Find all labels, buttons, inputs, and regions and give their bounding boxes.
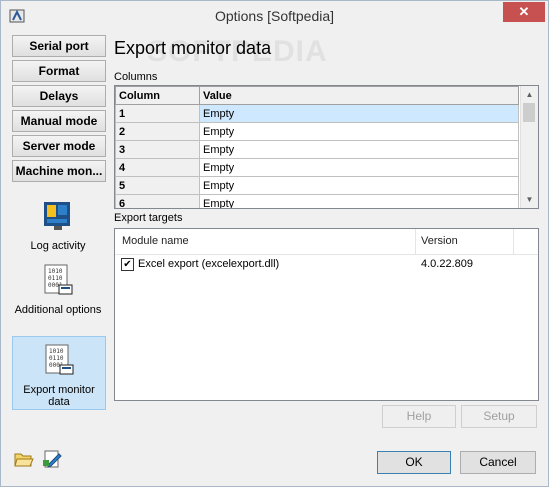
help-button[interactable]: Help <box>382 405 456 428</box>
list-header: Module name Version <box>115 229 538 255</box>
tool-log-activity[interactable]: Log activity <box>12 199 104 252</box>
list-item[interactable]: ✔ Excel export (excelexport.dll) 4.0.22.… <box>115 257 538 275</box>
binary-document-icon: 1010 0110 0001 <box>44 264 73 295</box>
row-column-cell: 6 <box>115 194 200 208</box>
binary-document-icon: 1010 0110 0001 <box>45 344 74 375</box>
row-value-cell[interactable]: Empty <box>199 122 519 141</box>
export-targets-list[interactable]: Module name Version ✔ Excel export (exce… <box>114 228 539 401</box>
row-value-cell[interactable]: Empty <box>199 176 519 195</box>
columns-scrollbar[interactable]: ▲ ▼ <box>520 86 538 208</box>
row-column-cell: 1 <box>115 104 200 123</box>
nav-machine-monitor-button[interactable]: Machine mon... <box>12 160 106 182</box>
ok-button[interactable]: OK <box>377 451 451 474</box>
svg-text:0110: 0110 <box>49 355 64 362</box>
columns-grid[interactable]: Column Value 1 Empty 2 Empty 3 Empty 4 E… <box>114 85 539 209</box>
tool-export-monitor-data[interactable]: 1010 0110 0001 Export monitor data <box>12 336 106 410</box>
close-button[interactable]: ✕ <box>503 2 545 22</box>
table-row[interactable]: 3 Empty <box>115 140 519 159</box>
table-row[interactable]: 1 Empty <box>115 104 519 123</box>
tool-additional-options-label: Additional options <box>14 304 102 316</box>
export-target-checkbox[interactable]: ✔ <box>121 258 134 271</box>
row-column-cell: 5 <box>115 176 200 195</box>
svg-text:1010: 1010 <box>48 268 63 275</box>
module-version: 4.0.22.809 <box>421 258 473 270</box>
header-divider[interactable] <box>513 229 514 254</box>
column-header[interactable]: Column <box>115 86 200 105</box>
tool-additional-options[interactable]: 1010 0110 0001 Additional options <box>12 263 104 325</box>
export-targets-label: Export targets <box>114 212 183 224</box>
row-column-cell: 3 <box>115 140 200 159</box>
row-value-cell[interactable]: Empty <box>199 140 519 159</box>
tool-export-monitor-data-label: Export monitor data <box>23 384 95 408</box>
nav-manual-mode-button[interactable]: Manual mode <box>12 110 106 132</box>
table-row[interactable]: 6 Empty <box>115 194 519 208</box>
page-heading: Export monitor data <box>114 38 272 58</box>
nav-serial-port-button[interactable]: Serial port <box>12 35 106 57</box>
columns-table: Column Value 1 Empty 2 Empty 3 Empty 4 E… <box>115 86 519 208</box>
row-value-cell[interactable]: Empty <box>199 194 519 208</box>
row-value-cell[interactable]: Empty <box>199 158 519 177</box>
module-name: Excel export (excelexport.dll) <box>138 258 280 270</box>
svg-text:0110: 0110 <box>48 275 63 282</box>
window-title: Options [Softpedia] <box>214 8 335 24</box>
log-activity-icon <box>44 202 70 230</box>
row-value-cell[interactable]: Empty <box>199 104 519 123</box>
svg-text:1010: 1010 <box>49 348 64 355</box>
title-bar[interactable]: Options [Softpedia] ✕ <box>1 1 548 31</box>
columns-label: Columns <box>114 71 158 83</box>
nav-format-button[interactable]: Format <box>12 60 106 82</box>
nav-delays-button[interactable]: Delays <box>12 85 106 107</box>
edit-document-icon[interactable] <box>41 448 63 470</box>
table-row[interactable]: 4 Empty <box>115 158 519 177</box>
tool-log-activity-label: Log activity <box>30 240 86 252</box>
version-header[interactable]: Version <box>421 235 458 247</box>
table-row[interactable]: 5 Empty <box>115 176 519 195</box>
cancel-button[interactable]: Cancel <box>460 451 536 474</box>
module-name-header[interactable]: Module name <box>122 235 189 247</box>
row-column-cell: 4 <box>115 158 200 177</box>
scroll-down-icon[interactable]: ▼ <box>521 191 538 208</box>
setup-button[interactable]: Setup <box>461 405 537 428</box>
value-header[interactable]: Value <box>199 86 519 105</box>
options-window: Options [Softpedia] ✕ SOFTPEDIA Serial p… <box>0 0 549 487</box>
nav-server-mode-button[interactable]: Server mode <box>12 135 106 157</box>
scroll-up-icon[interactable]: ▲ <box>521 86 538 103</box>
table-row[interactable]: 2 Empty <box>115 122 519 141</box>
open-folder-icon[interactable] <box>13 448 35 470</box>
header-divider[interactable] <box>415 229 416 254</box>
scroll-thumb[interactable] <box>523 103 535 122</box>
row-column-cell: 2 <box>115 122 200 141</box>
